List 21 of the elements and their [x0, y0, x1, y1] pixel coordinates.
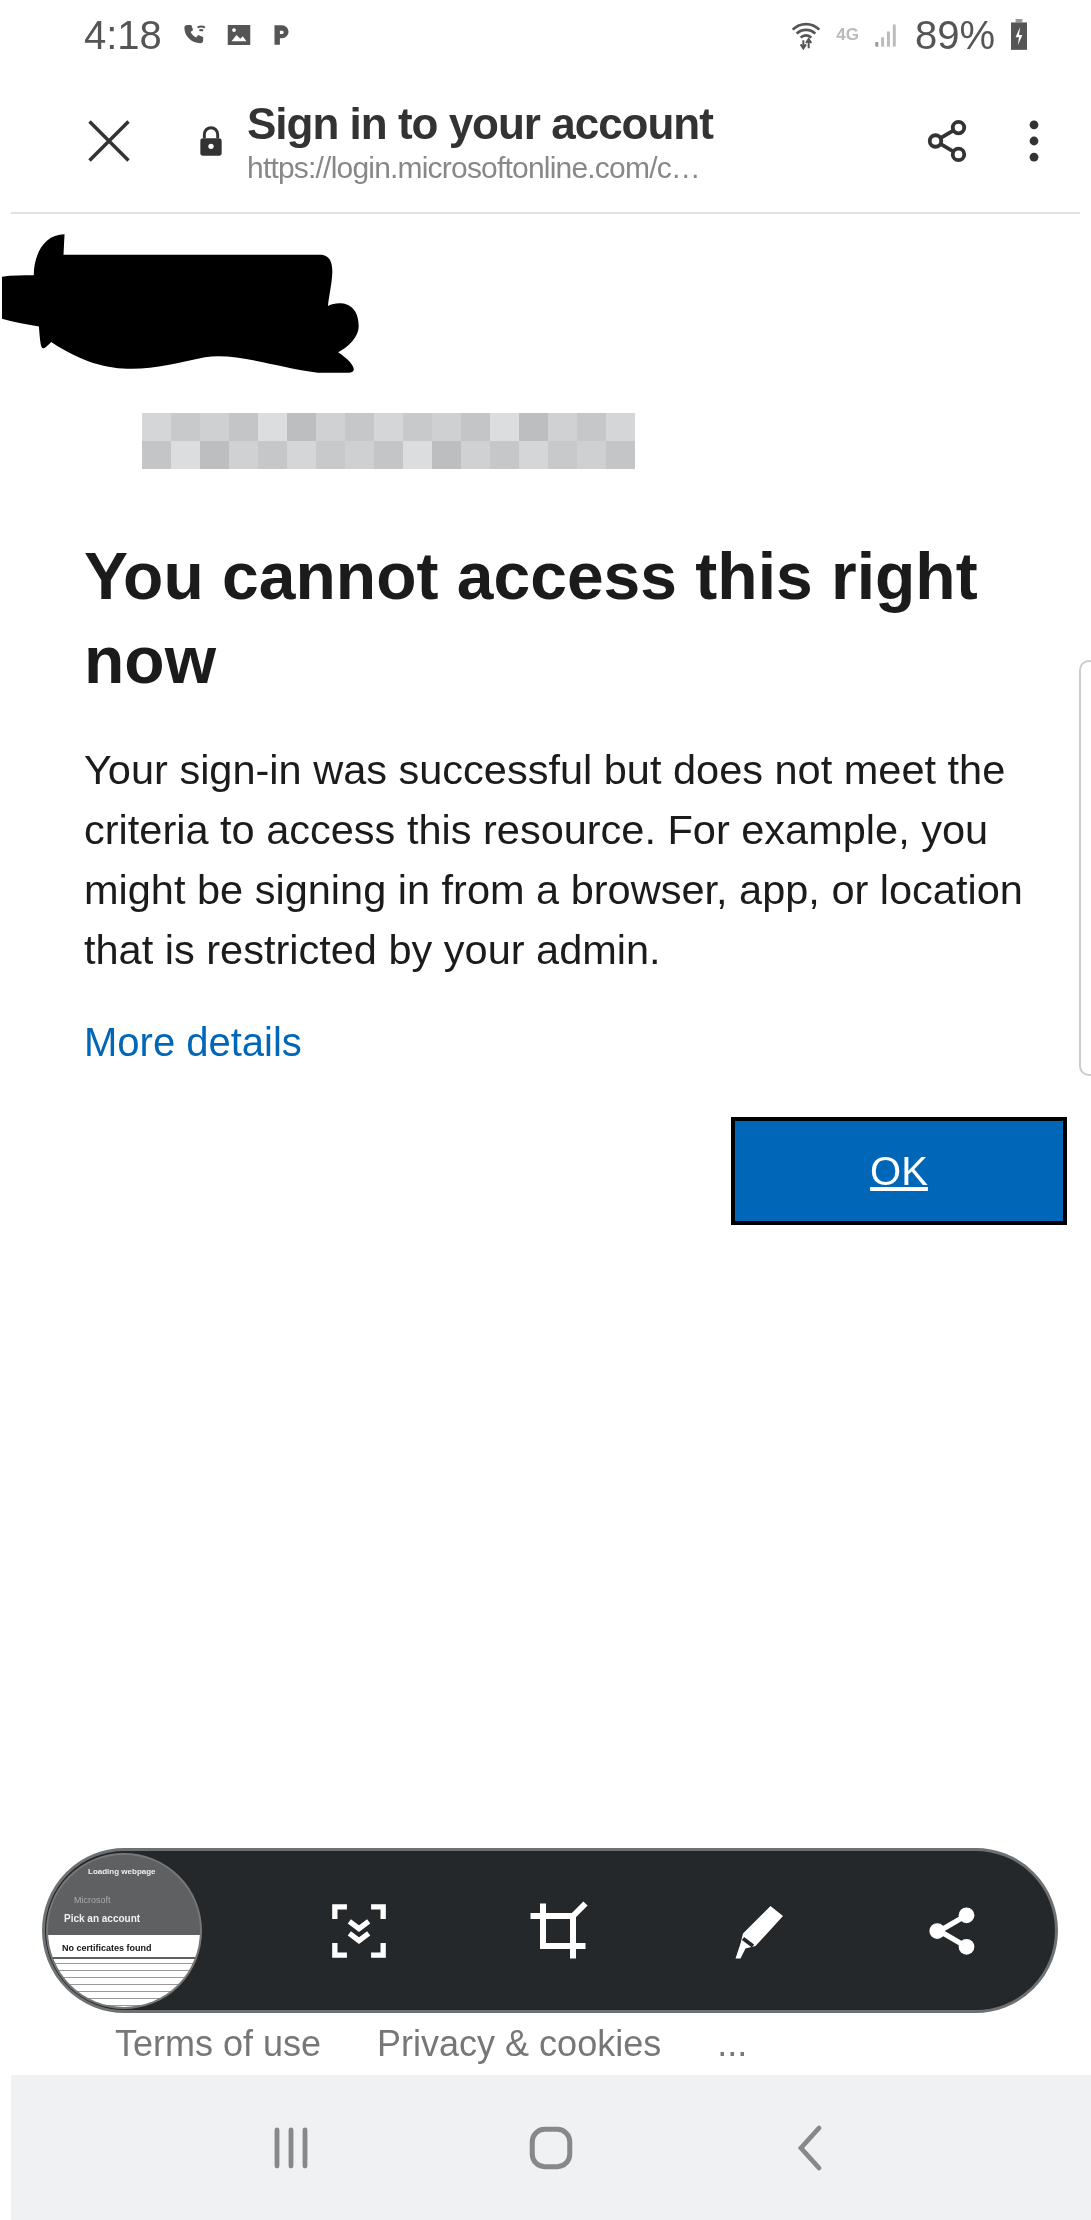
battery-level: 89% [914, 12, 995, 58]
more-details-link[interactable]: More details [84, 1020, 302, 1065]
footer-link[interactable]: ... [717, 2023, 748, 2065]
thumbnail-text: No certificates found [48, 1934, 200, 1957]
ok-button[interactable]: OK [731, 1117, 1067, 1225]
crop-icon [528, 1900, 588, 1961]
url-text[interactable]: https://login.microsoftonline.com/c… [247, 151, 920, 185]
error-heading: You cannot access this right now [84, 538, 979, 699]
footer-link[interactable]: Terms of use [115, 2023, 322, 2065]
thumbnail-text: Loading webpage [88, 1866, 156, 1876]
clock-time: 4:18 [84, 12, 162, 58]
screenshot-thumbnail[interactable]: Loading webpage Microsoft Pick an account No certificates found [46, 1852, 202, 2009]
thumbnail-text: Microsoft [74, 1894, 111, 1905]
error-message: Your sign-in was successful but does not meet the criteria to access this resource. For example, you might be signing in from a browser, app, or location that is restricted by your admin. [84, 745, 1024, 975]
thumbnail-text: Pick an account [64, 1912, 141, 1924]
network-type: 4G [836, 25, 859, 45]
more-icon [1028, 119, 1040, 163]
scroll-capture-icon [330, 1901, 388, 1960]
page-title: Sign in to your account [247, 98, 715, 150]
battery-icon [1009, 19, 1029, 51]
footer-link[interactable]: Privacy & cookies [377, 2023, 662, 2065]
